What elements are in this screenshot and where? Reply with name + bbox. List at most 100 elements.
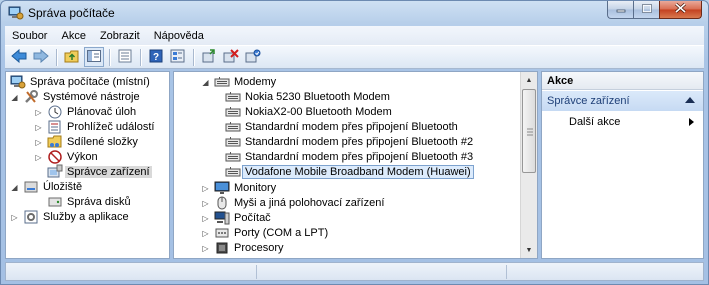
update-driver-button[interactable] [243,47,263,67]
modem-icon [214,74,230,90]
window: Správa počítače Soubor Akce Zobrazit Náp… [0,0,709,285]
tree-group-label: Monitory [234,182,277,194]
tree-item-services-apps[interactable]: ▷ Služby a aplikace [10,209,129,225]
modem-icon [225,164,241,180]
tree-item-disk-management[interactable]: Správa disků [47,194,131,210]
device-tree-pane[interactable]: ◢ Modemy Nokia 5230 Bluetooth Modem Nokia… [173,71,538,259]
uninstall-icon [223,48,239,66]
tree-item-event-viewer[interactable]: ▷ Prohlížeč událostí [34,119,154,135]
close-button[interactable] [659,1,702,19]
help-icon: ? [149,49,163,66]
scan-hardware-button[interactable] [199,47,219,67]
back-button[interactable] [9,47,29,67]
show-hide-tree-button[interactable] [84,47,104,67]
tree-item-shared-folders[interactable]: ▷ Sdílené složky [34,134,138,150]
modem-icon [225,134,241,150]
console-tree-pane[interactable]: Správa počítače (místní) ◢ Systémové nás… [5,71,170,259]
minimize-button[interactable] [607,1,633,19]
tree-item-label: Standardní modem přes připojení Bluetoot… [245,151,474,163]
tree-item-modem[interactable]: Standardní modem přes připojení Bluetoot… [225,134,473,150]
collapse-arrow-icon[interactable]: ◢ [10,93,19,102]
tree-item-root[interactable]: Správa počítače (místní) [10,74,150,90]
tree-group-label: Procesory [234,242,284,254]
toolbar-separator [109,48,110,66]
device-view-button[interactable] [168,47,188,67]
tree-group[interactable]: ▷ Porty (COM a LPT) [201,225,328,241]
tree-item-label: Nokia 5230 Bluetooth Modem [245,91,390,103]
help-button[interactable]: ? [146,47,166,67]
menu-file[interactable]: Soubor [5,30,54,42]
tree-item-task-scheduler[interactable]: ▷ Plánovač úloh [34,104,136,120]
window-title: Správa počítače [28,6,115,20]
forward-icon [33,48,49,66]
tree-group[interactable]: ▷ Monitory [201,180,276,196]
up-button[interactable] [62,47,82,67]
expand-arrow-icon[interactable]: ▷ [10,213,19,222]
maximize-icon [641,3,652,16]
toolbar-separator [140,48,141,66]
tree-item-modem[interactable]: Vodafone Mobile Broadband Modem (Huawei) [225,164,474,180]
tree-item-modem[interactable]: Standardní modem přes připojení Bluetoot… [225,119,458,135]
tree-item-modem[interactable]: NokiaX2-00 Bluetooth Modem [225,104,392,120]
properties-icon [118,49,132,66]
properties-button[interactable] [115,47,135,67]
performance-icon [47,149,63,165]
scroll-up-arrow-icon[interactable]: ▲ [521,72,537,88]
computer-management-icon [8,5,24,21]
expand-arrow-icon[interactable]: ▷ [201,229,210,238]
device-view-icon [170,49,186,66]
tree-item-device-manager[interactable]: Správce zařízení [47,164,152,180]
tree-group[interactable]: ▷ Procesory [201,240,284,256]
tree-item-label: Standardní modem přes připojení Bluetoot… [245,121,458,133]
back-icon [11,48,27,66]
menu-view[interactable]: Zobrazit [93,30,147,42]
collapse-caret-icon[interactable] [685,97,695,103]
toolbar-separator [56,48,57,66]
tree-item-storage[interactable]: ◢ Úložiště [10,179,82,195]
actions-pane: Akce Správce zařízení Další akce [541,71,704,259]
scrollbar-thumb[interactable] [522,89,536,173]
expand-arrow-icon[interactable]: ▷ [34,153,43,162]
vertical-scrollbar[interactable]: ▲ ▼ [520,72,537,258]
collapse-arrow-icon[interactable]: ◢ [10,183,19,192]
up-folder-icon [64,49,80,66]
tree-item-modem[interactable]: Standardní modem přes připojení Bluetoot… [225,149,473,165]
port-icon [214,225,230,241]
maximize-button[interactable] [633,1,659,19]
show-hide-tree-icon [87,49,101,65]
disk-icon [47,194,63,210]
update-driver-icon [245,49,261,66]
expand-arrow-icon[interactable]: ▷ [34,108,43,117]
scroll-down-arrow-icon[interactable]: ▼ [521,242,537,258]
menu-action[interactable]: Akce [54,30,92,42]
tree-item-label: Vodafone Mobile Broadband Modem (Huawei) [242,165,474,179]
tree-item-system-tools[interactable]: ◢ Systémové nástroje [10,89,140,105]
tree-item-performance[interactable]: ▷ Výkon [34,149,98,165]
expand-arrow-icon[interactable]: ▷ [201,184,210,193]
title-bar[interactable]: Správa počítače [1,1,708,25]
close-icon [675,2,686,16]
services-icon [23,209,39,225]
more-actions-link[interactable]: Další akce [569,116,620,128]
tree-group[interactable]: ▷ Myši a jiná polohovací zařízení [201,195,384,211]
expand-arrow-icon[interactable]: ▷ [34,138,43,147]
expand-arrow-icon[interactable]: ▷ [201,244,210,253]
tree-group[interactable]: ▷ Počítač [201,210,271,226]
expand-arrow-icon[interactable]: ▷ [34,123,43,132]
expand-arrow-icon[interactable]: ▷ [201,199,210,208]
menu-bar: Soubor Akce Zobrazit Nápověda [5,26,704,45]
tree-group-modems[interactable]: ◢ Modemy [201,74,276,90]
submenu-arrow-icon[interactable] [689,118,694,126]
collapse-arrow-icon[interactable]: ◢ [201,78,210,87]
computer-icon [214,210,230,226]
menu-help[interactable]: Nápověda [147,30,211,42]
actions-section-device-manager[interactable]: Správce zařízení [542,91,703,111]
expand-arrow-icon[interactable]: ▷ [201,214,210,223]
tree-item-label: NokiaX2-00 Bluetooth Modem [245,106,392,118]
tree-item-modem[interactable]: Nokia 5230 Bluetooth Modem [225,89,390,105]
forward-button[interactable] [31,47,51,67]
caption-buttons [607,1,702,20]
actions-header: Akce [542,72,703,90]
uninstall-button[interactable] [221,47,241,67]
minimize-icon [616,4,626,16]
